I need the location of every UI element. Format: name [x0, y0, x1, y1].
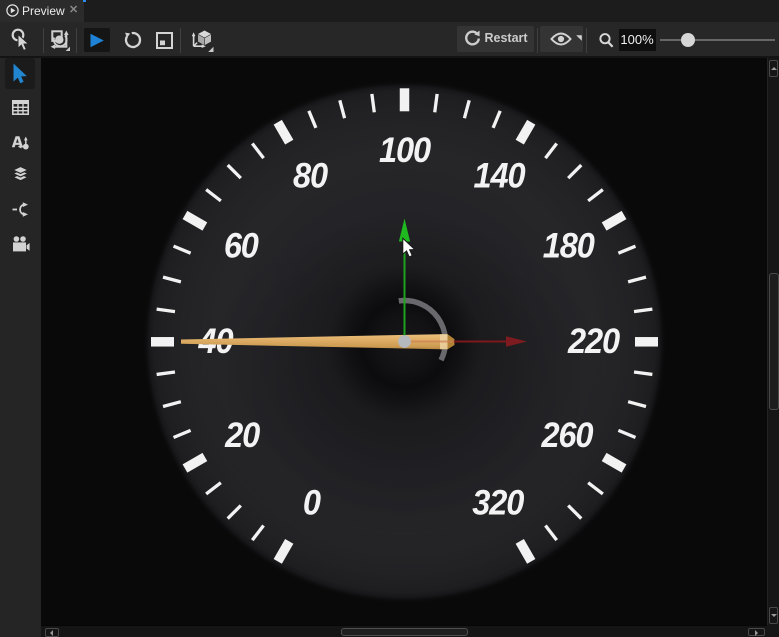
- svg-text:320: 320: [472, 484, 524, 523]
- svg-text:100: 100: [379, 131, 431, 170]
- svg-text:20: 20: [224, 416, 260, 455]
- svg-text:260: 260: [540, 416, 593, 455]
- svg-text:140: 140: [474, 156, 526, 195]
- svg-text:180: 180: [543, 227, 595, 266]
- svg-text:80: 80: [293, 156, 328, 195]
- svg-text:60: 60: [224, 227, 259, 266]
- svg-text:220: 220: [567, 322, 620, 361]
- svg-text:0: 0: [303, 484, 321, 523]
